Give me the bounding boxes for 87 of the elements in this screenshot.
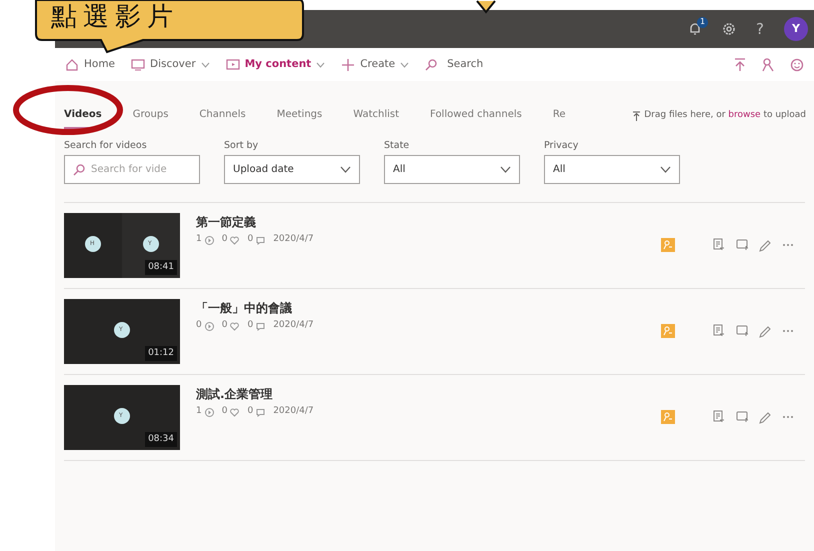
- dropdown[interactable]: Upload date: [224, 155, 360, 184]
- chevron-icon: [340, 166, 351, 174]
- settings-button[interactable]: [722, 22, 736, 36]
- heart-icon: [230, 322, 240, 330]
- video-thumbnail[interactable]: [64, 385, 180, 450]
- upload-date: 2020/4/7: [273, 405, 314, 418]
- tab[interactable]: Groups: [132, 107, 168, 129]
- callout-pointer-icon: [476, 0, 496, 14]
- search-field[interactable]: Search: [445, 56, 718, 74]
- pencil-icon[interactable]: [759, 324, 772, 338]
- pencil-icon[interactable]: [759, 238, 772, 252]
- field-label: Sort by: [224, 139, 260, 153]
- upload-icon[interactable]: [734, 58, 746, 72]
- comment-count: 0: [247, 405, 254, 418]
- like-count: 0: [222, 319, 228, 332]
- add-to-channel-icon[interactable]: [736, 324, 749, 338]
- video-title[interactable]: 第一節定義: [196, 213, 314, 232]
- duration-label: 01:12: [145, 346, 177, 362]
- view-count: 1: [196, 233, 202, 246]
- nav-item[interactable]: Discover: [131, 56, 210, 72]
- video-title[interactable]: 「一般」中的會議: [196, 299, 314, 318]
- search-icon: [425, 58, 438, 70]
- view-count: 0: [196, 319, 202, 332]
- comment-icon: [256, 408, 266, 416]
- avatar-button[interactable]: Y: [784, 17, 808, 41]
- add-to-channel-icon[interactable]: [736, 410, 749, 424]
- permission-badge-icon: [661, 324, 675, 338]
- duration-label: 08:34: [145, 432, 177, 448]
- tab[interactable]: Watchlist: [353, 107, 400, 129]
- permission-badge-icon: [661, 238, 675, 252]
- comment-count: 0: [247, 319, 254, 332]
- comment-count: 0: [247, 233, 254, 246]
- like-count: 0: [222, 233, 228, 246]
- video-search-field[interactable]: Search for vide: [64, 155, 200, 184]
- video-icon: [226, 58, 240, 72]
- play-icon: [204, 236, 214, 244]
- search-icon: [73, 164, 85, 176]
- upload-date: 2020/4/7: [273, 233, 314, 246]
- help-button[interactable]: ?: [756, 22, 764, 36]
- upload-hint: Drag files here, or browse to upload: [644, 108, 806, 122]
- callout-text: 點選影片: [51, 4, 179, 30]
- tab[interactable]: Videos: [64, 107, 102, 129]
- tab[interactable]: Meetings: [276, 107, 322, 129]
- add-to-list-icon[interactable]: [713, 238, 726, 252]
- browse-link[interactable]: browse: [728, 110, 761, 120]
- field-label: Privacy: [544, 139, 580, 153]
- field-label: Search for videos: [64, 139, 148, 153]
- dropdown[interactable]: All: [544, 155, 680, 184]
- nav-item[interactable]: My content: [226, 56, 326, 72]
- dropdown[interactable]: All: [384, 155, 520, 184]
- video-title[interactable]: 測試.企業管理: [196, 385, 314, 404]
- upload-date: 2020/4/7: [273, 319, 314, 332]
- notifications-button[interactable]: [688, 22, 702, 36]
- like-count: 0: [222, 405, 228, 418]
- comment-icon: [256, 236, 266, 244]
- nav-item[interactable]: Create: [341, 56, 410, 72]
- add-to-list-icon[interactable]: [713, 410, 726, 424]
- permission-badge-icon: [661, 410, 675, 424]
- tab[interactable]: Re: [552, 107, 566, 129]
- heart-icon: [230, 408, 240, 416]
- notification-badge: 1: [697, 16, 708, 28]
- screen-icon: [131, 58, 146, 72]
- nav-item[interactable]: Home: [65, 56, 116, 72]
- plus-icon: [341, 58, 356, 72]
- tab[interactable]: Channels: [199, 107, 246, 129]
- play-icon: [204, 408, 214, 416]
- add-to-channel-icon[interactable]: [736, 238, 749, 252]
- pencil-icon[interactable]: [759, 410, 772, 424]
- upload-icon: [633, 110, 640, 120]
- field-label: State: [384, 139, 410, 153]
- home-icon: [65, 58, 79, 72]
- chevron-icon: [660, 166, 671, 174]
- tab[interactable]: Followed channels: [430, 107, 522, 129]
- bell-icon: [688, 22, 702, 36]
- view-count: 1: [196, 405, 202, 418]
- smiley-icon[interactable]: [790, 58, 804, 72]
- heart-icon: [230, 236, 240, 244]
- person-icon[interactable]: [762, 58, 774, 72]
- duration-label: 08:41: [145, 260, 177, 276]
- search-input[interactable]: Search for vide: [91, 162, 191, 178]
- chevron-icon: [500, 166, 511, 174]
- settings-icon: [722, 22, 736, 36]
- comment-icon: [256, 322, 266, 330]
- play-icon: [204, 322, 214, 330]
- video-thumbnail[interactable]: [64, 299, 180, 364]
- video-thumbnail[interactable]: [64, 213, 180, 278]
- add-to-list-icon[interactable]: [713, 324, 726, 338]
